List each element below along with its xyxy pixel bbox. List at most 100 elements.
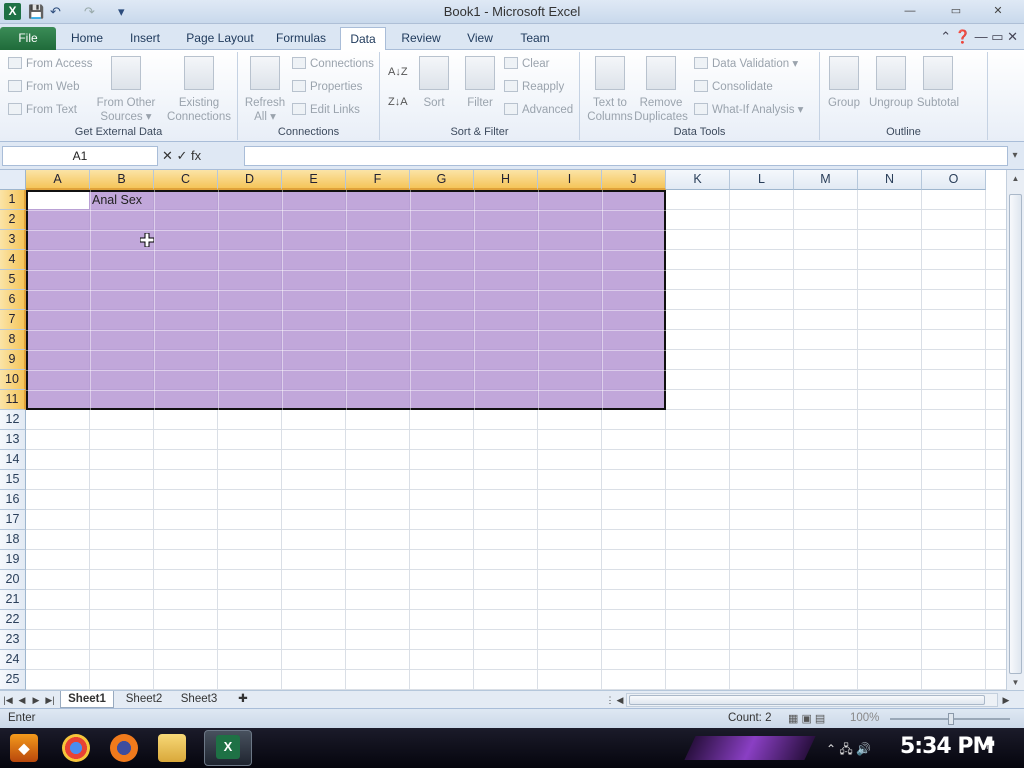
expand-formula-bar-icon[interactable]: ▾	[1008, 146, 1022, 166]
name-box[interactable]: A1	[2, 146, 158, 166]
properties-button[interactable]: Properties	[292, 77, 362, 97]
firefox-icon[interactable]	[110, 734, 138, 762]
subtotal-button[interactable]: Subtotal	[916, 56, 960, 110]
zoom-slider-handle[interactable]	[948, 713, 954, 725]
column-header-e[interactable]: E	[282, 170, 346, 190]
row-header-20[interactable]: 20	[0, 570, 26, 590]
row-header-5[interactable]: 5	[0, 270, 26, 290]
excel-taskbar-button[interactable]: X	[204, 730, 252, 766]
from-text-button[interactable]: From Text	[8, 100, 77, 120]
notification-icon[interactable]: ⚑	[984, 736, 997, 753]
next-sheet-icon[interactable]: ▶	[30, 692, 42, 708]
row-header-11[interactable]: 11	[0, 390, 26, 410]
consolidate-button[interactable]: Consolidate	[694, 77, 773, 97]
from-web-button[interactable]: From Web	[8, 77, 79, 97]
column-header-k[interactable]: K	[666, 170, 730, 190]
column-header-l[interactable]: L	[730, 170, 794, 190]
sheet-tab-sheet1[interactable]: Sheet1	[60, 691, 114, 708]
row-header-15[interactable]: 15	[0, 470, 26, 490]
row-header-4[interactable]: 4	[0, 250, 26, 270]
column-header-c[interactable]: C	[154, 170, 218, 190]
column-header-o[interactable]: O	[922, 170, 986, 190]
text-to-columns-button[interactable]: Text to Columns	[584, 56, 636, 124]
column-header-i[interactable]: I	[538, 170, 602, 190]
column-header-m[interactable]: M	[794, 170, 858, 190]
scroll-up-icon[interactable]: ▲	[1009, 172, 1022, 185]
last-sheet-icon[interactable]: ▶|	[44, 692, 56, 708]
row-header-9[interactable]: 9	[0, 350, 26, 370]
column-header-h[interactable]: H	[474, 170, 538, 190]
zoom-level[interactable]: 100%	[850, 712, 879, 724]
row-header-21[interactable]: 21	[0, 590, 26, 610]
row-header-14[interactable]: 14	[0, 450, 26, 470]
tab-page-layout[interactable]: Page Layout	[180, 27, 260, 50]
ungroup-button[interactable]: Ungroup	[868, 56, 914, 110]
what-if-analysis-button[interactable]: What-If Analysis ▾	[694, 100, 803, 120]
sheet-tab-sheet3[interactable]: Sheet3	[172, 691, 226, 708]
file-explorer-icon[interactable]	[158, 734, 186, 762]
minimize-button[interactable]: —	[890, 2, 930, 20]
tab-insert[interactable]: Insert	[118, 27, 172, 50]
system-tray-icons[interactable]: ⌃ 🖧 🔊	[826, 740, 871, 761]
horizontal-scrollbar[interactable]	[626, 693, 998, 707]
maximize-button[interactable]: ▭	[936, 2, 976, 20]
formula-buttons[interactable]: ✕ ✓ fx	[162, 146, 244, 166]
tab-file[interactable]: File	[0, 27, 56, 50]
reapply-button[interactable]: Reapply	[504, 77, 564, 97]
row-header-2[interactable]: 2	[0, 210, 26, 230]
ribbon-help-controls[interactable]: ⌃ ❓ — ▭ ✕	[940, 29, 1018, 45]
view-buttons[interactable]: ▦ ▣ ▤	[788, 712, 825, 725]
vertical-scrollbar[interactable]: ▲ ▼	[1006, 170, 1024, 690]
prev-sheet-icon[interactable]: ◀	[16, 692, 28, 708]
formula-input[interactable]	[244, 146, 1008, 166]
active-cell-a1[interactable]	[28, 192, 89, 209]
remove-duplicates-button[interactable]: Remove Duplicates	[632, 56, 690, 124]
sort-z-a-icon[interactable]: Z↓A	[388, 92, 408, 112]
filter-button[interactable]: Filter	[460, 56, 500, 110]
chrome-icon[interactable]	[62, 734, 90, 762]
row-header-19[interactable]: 19	[0, 550, 26, 570]
existing-connections-button[interactable]: Existing Connections	[164, 56, 234, 124]
row-header-22[interactable]: 22	[0, 610, 26, 630]
row-header-16[interactable]: 16	[0, 490, 26, 510]
select-all-corner[interactable]	[0, 170, 26, 190]
column-header-n[interactable]: N	[858, 170, 922, 190]
worksheet-grid[interactable]: Anal Sex ABCDEFGHIJKLMNO 1 2 3 4 5 6 7 8 9 10 11 12…	[0, 170, 1006, 690]
close-button[interactable]: ✕	[978, 2, 1018, 20]
row-header-24[interactable]: 24	[0, 650, 26, 670]
row-header-12[interactable]: 12	[0, 410, 26, 430]
scroll-right-icon[interactable]: ▶	[1000, 692, 1012, 708]
row-header-8[interactable]: 8	[0, 330, 26, 350]
connections-button[interactable]: Connections	[292, 54, 374, 74]
vertical-scroll-thumb[interactable]	[1009, 194, 1022, 674]
scroll-left-icon[interactable]: ◀	[614, 692, 626, 708]
row-header-25[interactable]: 25	[0, 670, 26, 690]
column-header-j[interactable]: J	[602, 170, 666, 190]
edit-links-button[interactable]: Edit Links	[292, 100, 360, 120]
first-sheet-icon[interactable]: |◀	[2, 692, 14, 708]
insert-sheet-icon[interactable]: ✚	[232, 691, 254, 708]
row-header-6[interactable]: 6	[0, 290, 26, 310]
clear-button[interactable]: Clear	[504, 54, 549, 74]
from-access-button[interactable]: From Access	[8, 54, 92, 74]
column-header-g[interactable]: G	[410, 170, 474, 190]
column-header-d[interactable]: D	[218, 170, 282, 190]
tab-home[interactable]: Home	[62, 27, 112, 50]
taskbar-clock[interactable]: 5:34 PM	[900, 734, 994, 759]
column-header-b[interactable]: B	[90, 170, 154, 190]
sort-button[interactable]: Sort	[414, 56, 454, 110]
sheet-tab-sheet2[interactable]: Sheet2	[118, 691, 170, 708]
tab-review[interactable]: Review	[392, 27, 450, 50]
start-button-icon[interactable]: ◆	[10, 734, 38, 762]
row-header-18[interactable]: 18	[0, 530, 26, 550]
tab-data[interactable]: Data	[340, 27, 386, 50]
row-header-10[interactable]: 10	[0, 370, 26, 390]
tab-team[interactable]: Team	[510, 27, 560, 50]
data-validation-button[interactable]: Data Validation ▾	[694, 54, 798, 74]
column-header-a[interactable]: A	[26, 170, 90, 190]
cell-b1[interactable]: Anal Sex	[92, 191, 142, 210]
row-header-17[interactable]: 17	[0, 510, 26, 530]
from-other-sources-button[interactable]: From Other Sources ▾	[94, 56, 158, 124]
horizontal-scroll-thumb[interactable]	[629, 695, 985, 705]
advanced-button[interactable]: Advanced	[504, 100, 573, 120]
